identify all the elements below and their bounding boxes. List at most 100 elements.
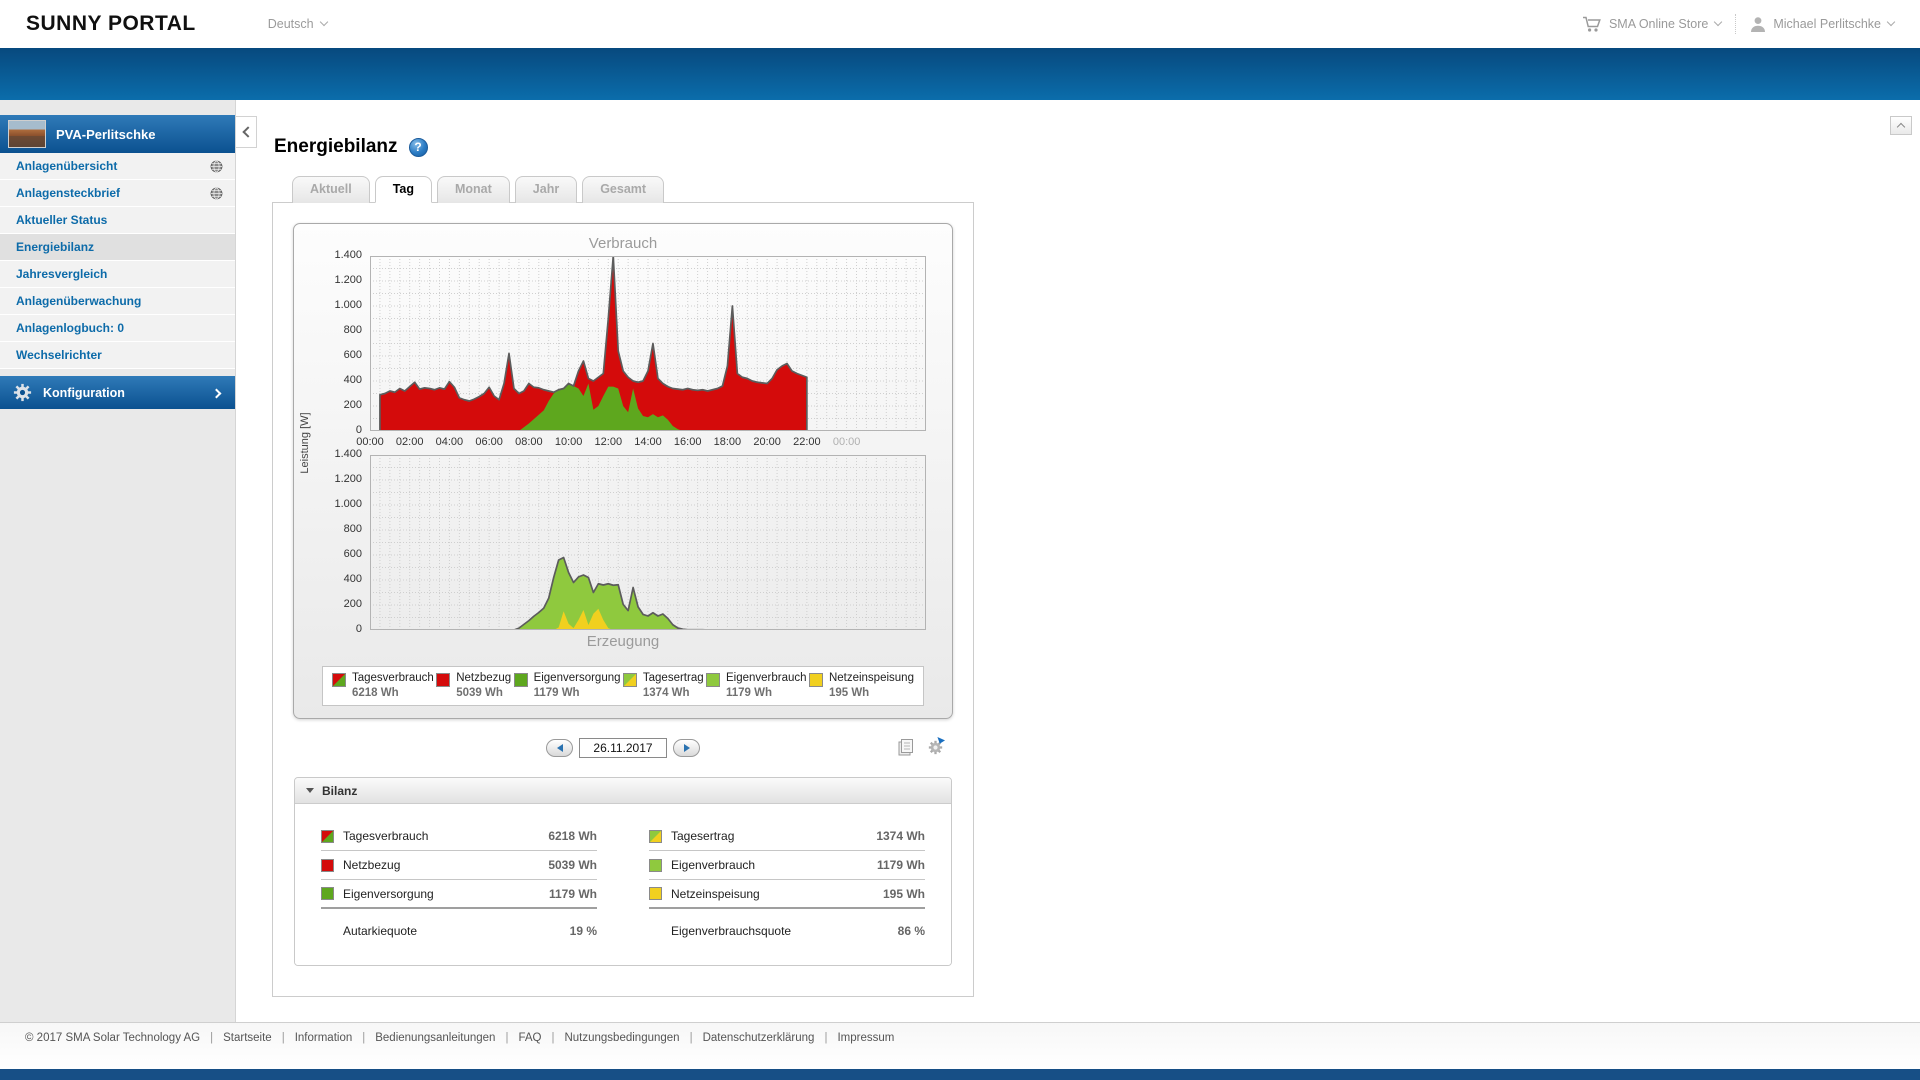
next-day-button[interactable] [673, 739, 700, 757]
bilanz-label: Eigenversorgung [343, 886, 434, 901]
help-icon[interactable]: ? [408, 137, 428, 157]
y-tick-label: 0 [355, 623, 362, 635]
sidebar-item-aktueller-status[interactable]: Aktueller Status [0, 207, 235, 234]
legend-value: 1179 Wh [533, 687, 580, 699]
bilanz-label: Eigenverbrauch [671, 858, 756, 872]
y-tick-label: 1.400 [334, 249, 362, 261]
legend-text: Netzeinspeisung 195 Wh [829, 672, 914, 699]
footer-link-datenschutzerklaerung[interactable]: Datenschutzerklärung [703, 1032, 815, 1044]
legend-text: Tagesverbrauch 6218 Wh [352, 672, 434, 699]
legend-value: 195 Wh [828, 687, 870, 699]
x-tick-label: 02:00 [395, 436, 424, 448]
y-tick-label: 800 [343, 324, 362, 336]
plant-header[interactable]: PVA-Perlitschke [0, 115, 235, 153]
legend-item: Eigenverbrauch 1179 Wh [706, 672, 807, 699]
bilanz-row-netzeinspeisung: Netzeinspeisung 195 Wh [649, 880, 925, 909]
arrow-right-icon [683, 744, 690, 752]
collapse-triangle-icon [306, 788, 314, 793]
bilanz-value: 195 Wh [882, 886, 925, 901]
bilanz-row-tagesertrag: Tagesertrag 1374 Wh [649, 822, 925, 851]
footer-separator: | [551, 1032, 555, 1044]
legend-swatch [332, 673, 346, 687]
user-menu[interactable]: Michael Perlitschke [1750, 16, 1896, 33]
footer-link-faq[interactable]: FAQ [518, 1032, 541, 1044]
language-selector[interactable]: Deutsch [267, 17, 328, 31]
legend-text: Tagesertrag 1374 Wh [643, 672, 704, 699]
content-area: Energiebilanz ? Aktuell Tag Monat Jahr Gesam… [236, 100, 1920, 1022]
footer-link-information[interactable]: Information [295, 1032, 353, 1044]
legend-label: Netzeinspeisung [828, 672, 914, 684]
user-icon [1750, 16, 1766, 33]
bilanz-value: 1179 Wh [876, 858, 925, 872]
y-tick-label: 0 [355, 424, 362, 436]
chevron-down-icon [1714, 17, 1723, 27]
autarkiequote-value: 19 % [569, 924, 597, 938]
legend-item: Netzeinspeisung 195 Wh [808, 672, 914, 699]
sidebar-item-anlagensteckbrief[interactable]: Anlagensteckbrief [0, 180, 235, 207]
page-title: Energiebilanz [274, 136, 398, 157]
bilanz-row-eigenversorgung: Eigenversorgung 1179 Wh [321, 880, 597, 909]
store-menu[interactable]: SMA Online Store [1582, 16, 1723, 33]
arrow-left-icon [556, 744, 563, 752]
tab-aktuell[interactable]: Aktuell [292, 176, 370, 203]
sidebar-menu: Anlagenübersicht Anlagensteckbrief Aktuell… [0, 153, 235, 369]
sidebar-item-jahresvergleich[interactable]: Jahresvergleich [0, 261, 235, 288]
y-tick-label: 1.000 [334, 299, 362, 311]
footer-separator: | [505, 1032, 509, 1044]
sidebar-item-anlagenueberwachung[interactable]: Anlagenüberwachung [0, 288, 235, 315]
x-tick-label: 12:00 [594, 436, 623, 448]
collapse-sidebar-button[interactable] [236, 116, 257, 148]
export-chart-button[interactable] [896, 738, 916, 757]
legend-swatch [622, 673, 637, 687]
legend-swatch [436, 673, 451, 687]
footer-link-nutzungsbedingungen[interactable]: Nutzungsbedingungen [564, 1032, 679, 1044]
app-logo[interactable]: SUNNY PORTAL [26, 12, 196, 36]
footer-link-impressum[interactable]: Impressum [837, 1032, 894, 1044]
bilanz-swatch [321, 887, 334, 900]
legend-value: 1374 Wh [642, 687, 690, 699]
sidebar-item-anlagenuebersicht[interactable]: Anlagenübersicht [0, 153, 235, 180]
config-label: Konfiguration [43, 385, 125, 400]
footer-link-startseite[interactable]: Startseite [223, 1032, 272, 1044]
tab-tag[interactable]: Tag [374, 176, 432, 203]
legend-label: Tagesverbrauch [352, 672, 434, 684]
footer-link-bedienungsanleitungen[interactable]: Bedienungsanleitungen [375, 1032, 495, 1044]
globe-icon [210, 160, 223, 173]
top-bar: SUNNY PORTAL Deutsch SMA Online Store Mi… [0, 0, 1920, 48]
bilanz-value: 1179 Wh [548, 886, 597, 901]
y-axis-ticks-generation: 1.400 1.200 1.000 800 600 400 200 0 [294, 448, 370, 635]
tab-monat[interactable]: Monat [436, 176, 510, 203]
legend-value: 5039 Wh [456, 687, 503, 699]
tab-gesamt[interactable]: Gesamt [582, 176, 665, 203]
export-icon [898, 738, 913, 755]
footer-separator: | [362, 1032, 366, 1044]
sidebar-item-energiebilanz[interactable]: Energiebilanz [0, 234, 235, 261]
x-tick-label: 18:00 [713, 436, 742, 448]
x-tick-label: 08:00 [515, 436, 543, 448]
footer-separator: | [210, 1032, 214, 1044]
sidebar-item-wechselrichter[interactable]: Wechselrichter [0, 342, 235, 369]
bilanz-swatch [321, 829, 334, 843]
main-nav-banner [0, 48, 1920, 100]
sidebar-item-anlagenlogbuch-0[interactable]: Anlagenlogbuch: 0 [0, 315, 235, 342]
bilanz-summary-row: Autarkiequote 19 % [321, 913, 597, 949]
sidebar-item-label: Aktueller Status [16, 213, 108, 227]
bilanz-title: Bilanz [322, 783, 358, 798]
legend-value: 1179 Wh [726, 687, 773, 699]
date-input[interactable] [579, 738, 667, 758]
sidebar-item-konfiguration[interactable]: Konfiguration [0, 376, 235, 409]
legend-label: Tagesertrag [642, 672, 704, 684]
y-tick-label: 200 [343, 399, 362, 411]
language-label: Deutsch [267, 17, 314, 31]
tab-jahr[interactable]: Jahr [514, 176, 578, 203]
x-axis-ticks: 00:00 02:00 04:00 06:00 08:00 10:00 12:00 14:00… [356, 431, 926, 455]
gear-icon [12, 382, 33, 403]
consumption-chart [370, 256, 926, 431]
previous-day-button[interactable] [546, 739, 573, 757]
store-label: SMA Online Store [1608, 17, 1709, 31]
y-tick-label: 800 [343, 523, 362, 535]
bilanz-header[interactable]: Bilanz [295, 778, 951, 804]
scroll-top-button[interactable] [1890, 116, 1912, 135]
chart-settings-button[interactable] [925, 737, 946, 757]
bilanz-left-column: Tagesverbrauch 6218 Wh Netzbezug 5039 Wh Eig… [321, 822, 597, 949]
